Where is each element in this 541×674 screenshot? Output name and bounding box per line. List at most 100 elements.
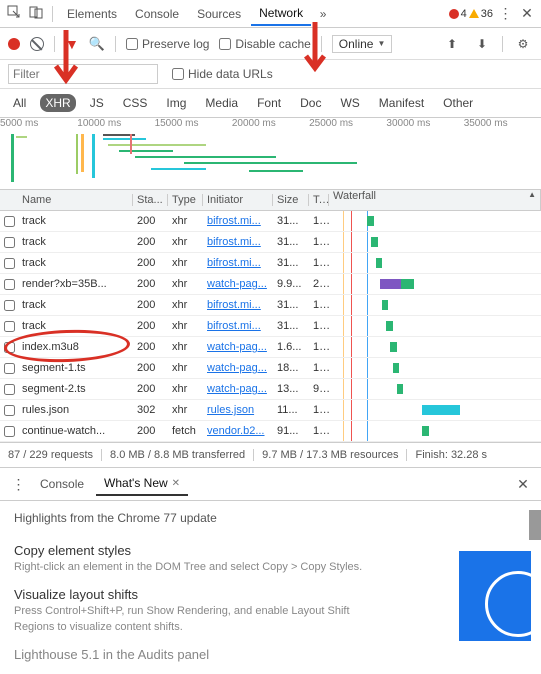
type-font[interactable]: Font [252, 94, 286, 112]
drawer-tab-console[interactable]: Console [32, 473, 92, 495]
cell-initiator[interactable]: bifrost.mi... [203, 320, 273, 332]
drawer-tab-whatsnew[interactable]: What's New✕ [96, 472, 188, 496]
cell-status: 200 [133, 257, 168, 269]
cell-initiator[interactable]: watch-pag... [203, 362, 273, 374]
row-checkbox[interactable] [4, 342, 15, 353]
row-checkbox[interactable] [4, 300, 15, 311]
table-row[interactable]: track200xhrbifrost.mi...31...1... [0, 253, 541, 274]
cell-name: render?xb=35B... [18, 278, 133, 290]
cell-status: 200 [133, 425, 168, 437]
cell-status: 200 [133, 215, 168, 227]
cell-size: 1.6... [273, 341, 309, 353]
close-icon[interactable]: ✕ [517, 5, 537, 22]
type-doc[interactable]: Doc [295, 94, 326, 112]
time-axis: 5000 ms10000 ms15000 ms20000 ms25000 ms3… [0, 118, 541, 129]
network-settings-icon[interactable]: ⚙ [513, 37, 533, 51]
filter-bar: Hide data URLs [0, 60, 541, 89]
table-row[interactable]: track200xhrbifrost.mi...31...1... [0, 232, 541, 253]
cell-initiator[interactable]: bifrost.mi... [203, 299, 273, 311]
row-checkbox[interactable] [4, 405, 15, 416]
cell-initiator[interactable]: bifrost.mi... [203, 236, 273, 248]
row-checkbox[interactable] [4, 216, 15, 227]
type-media[interactable]: Media [200, 94, 243, 112]
close-tab-icon[interactable]: ✕ [172, 478, 180, 489]
table-row[interactable]: segment-1.ts200xhrwatch-pag...18...1... [0, 358, 541, 379]
search-icon[interactable]: 🔍 [89, 36, 105, 52]
table-row[interactable]: segment-2.ts200xhrwatch-pag...13...9... [0, 379, 541, 400]
cell-initiator[interactable]: rules.json [203, 404, 273, 416]
cell-initiator[interactable]: watch-pag... [203, 383, 273, 395]
request-count: 87 / 229 requests [8, 449, 102, 461]
import-har-icon[interactable]: ⬆ [442, 37, 462, 51]
cell-waterfall [329, 211, 541, 231]
row-checkbox[interactable] [4, 426, 15, 437]
type-other[interactable]: Other [438, 94, 478, 112]
cell-time: 1... [309, 341, 329, 353]
cell-type: xhr [168, 383, 203, 395]
type-xhr[interactable]: XHR [40, 94, 75, 112]
request-type-filter: All XHR JS CSS Img Media Font Doc WS Man… [0, 89, 541, 118]
table-row[interactable]: render?xb=35B...200xhrwatch-pag...9.9...… [0, 274, 541, 295]
cell-initiator[interactable]: vendor.b2... [203, 425, 273, 437]
clear-button[interactable] [30, 37, 44, 51]
preserve-log-checkbox[interactable]: Preserve log [126, 37, 209, 51]
cell-size: 31... [273, 299, 309, 311]
table-row[interactable]: rules.json302xhrrules.json11...1... [0, 400, 541, 421]
type-css[interactable]: CSS [118, 94, 153, 112]
request-table: Name Sta... Type Initiator Size T... Wat… [0, 190, 541, 443]
table-row[interactable]: track200xhrbifrost.mi...31...1... [0, 316, 541, 337]
cell-time: 9... [309, 383, 329, 395]
cell-name: track [18, 215, 133, 227]
timeline-overview[interactable]: 5000 ms10000 ms15000 ms20000 ms25000 ms3… [0, 118, 541, 190]
record-button[interactable] [8, 38, 20, 50]
throttling-select[interactable]: Online▼ [332, 35, 393, 53]
more-tabs-icon[interactable]: » [313, 7, 333, 21]
table-header[interactable]: Name Sta... Type Initiator Size T... Wat… [0, 190, 541, 211]
row-checkbox[interactable] [4, 384, 15, 395]
export-har-icon[interactable]: ⬇ [472, 37, 492, 51]
cell-waterfall [329, 274, 541, 294]
tab-console[interactable]: Console [127, 3, 187, 25]
cell-waterfall [329, 421, 541, 441]
device-toolbar-icon[interactable] [26, 5, 46, 22]
cell-name: track [18, 320, 133, 332]
transferred: 8.0 MB / 8.8 MB transferred [110, 449, 254, 461]
row-checkbox[interactable] [4, 279, 15, 290]
error-count[interactable]: 4 [449, 8, 467, 20]
inspect-icon[interactable] [4, 5, 24, 22]
disable-cache-checkbox[interactable]: Disable cache [219, 37, 310, 51]
table-row[interactable]: continue-watch...200fetchvendor.b2...91.… [0, 421, 541, 442]
cell-initiator[interactable]: bifrost.mi... [203, 257, 273, 269]
type-manifest[interactable]: Manifest [374, 94, 429, 112]
table-row[interactable]: track200xhrbifrost.mi...31...1... [0, 211, 541, 232]
type-all[interactable]: All [8, 94, 31, 112]
drawer-menu-icon[interactable]: ⋮ [8, 476, 28, 493]
type-js[interactable]: JS [85, 94, 109, 112]
warning-count[interactable]: 36 [469, 8, 493, 20]
row-checkbox[interactable] [4, 237, 15, 248]
filter-toggle-icon[interactable]: ▼ [65, 36, 79, 52]
cell-initiator[interactable]: watch-pag... [203, 341, 273, 353]
section-title: Lighthouse 5.1 in the Audits panel [14, 647, 527, 662]
type-img[interactable]: Img [161, 94, 191, 112]
cell-size: 31... [273, 257, 309, 269]
tab-sources[interactable]: Sources [189, 3, 249, 25]
row-checkbox[interactable] [4, 258, 15, 269]
hide-data-urls-checkbox[interactable]: Hide data URLs [172, 67, 273, 81]
row-checkbox[interactable] [4, 363, 15, 374]
separator [115, 36, 116, 52]
table-row[interactable]: track200xhrbifrost.mi...31...1... [0, 295, 541, 316]
filter-input[interactable] [8, 64, 158, 84]
tab-elements[interactable]: Elements [59, 3, 125, 25]
promo-graphic [459, 551, 531, 641]
cell-type: xhr [168, 341, 203, 353]
tab-network[interactable]: Network [251, 2, 311, 26]
row-checkbox[interactable] [4, 321, 15, 332]
cell-type: xhr [168, 362, 203, 374]
cell-initiator[interactable]: watch-pag... [203, 278, 273, 290]
table-row[interactable]: index.m3u8200xhrwatch-pag...1.6...1... [0, 337, 541, 358]
settings-menu-icon[interactable]: ⋮ [495, 5, 515, 22]
type-ws[interactable]: WS [335, 94, 364, 112]
cell-initiator[interactable]: bifrost.mi... [203, 215, 273, 227]
drawer-close-icon[interactable]: ✕ [513, 476, 533, 493]
